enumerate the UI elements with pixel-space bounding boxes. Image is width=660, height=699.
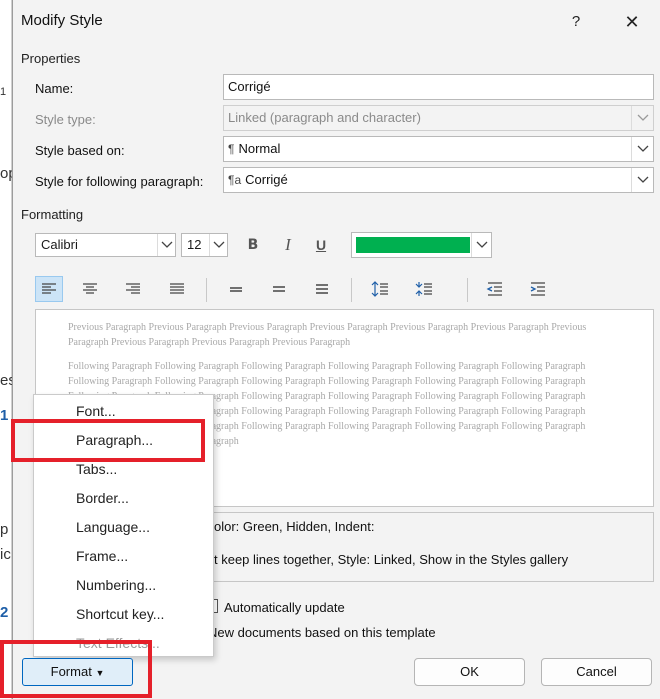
- menu-item-frame[interactable]: Frame...: [76, 548, 128, 564]
- underline-button[interactable]: U: [308, 233, 334, 257]
- ok-button[interactable]: OK: [414, 658, 525, 686]
- chevron-down-icon: [209, 234, 227, 256]
- increase-spacing-button[interactable]: [366, 276, 394, 302]
- italic-button[interactable]: I: [275, 233, 301, 257]
- title-bar: Modify Style ? ✕: [13, 0, 660, 44]
- font-size-value: 12: [187, 237, 202, 252]
- modify-style-dialog: Modify Style ? ✕ Properties Name: Corrig…: [12, 0, 660, 699]
- style-type-value: Linked (paragraph and character): [228, 110, 421, 125]
- description-line-2: t keep lines together, Style: Linked, Sh…: [214, 552, 569, 567]
- preview-previous-paragraph: Previous Paragraph Previous Paragraph Pr…: [68, 322, 587, 348]
- font-size-select[interactable]: 12: [181, 233, 228, 257]
- style-type-select[interactable]: Linked (paragraph and character): [223, 105, 654, 131]
- chevron-down-icon: [471, 233, 491, 257]
- paragraph-highlight-box: [11, 419, 205, 462]
- background-text: ic: [0, 546, 11, 563]
- based-on-select[interactable]: ¶ Normal: [223, 136, 654, 162]
- double-spacing-button[interactable]: [308, 276, 336, 302]
- toolbar-divider: [351, 278, 352, 302]
- background-document: [0, 0, 12, 699]
- increase-paragraph-spacing-icon: [371, 281, 388, 297]
- properties-section-label: Properties: [21, 51, 81, 66]
- menu-item-font[interactable]: Font...: [76, 403, 116, 419]
- toolbar-divider: [206, 278, 207, 302]
- based-on-label: Style based on:: [35, 143, 125, 158]
- menu-item-shortcut-key[interactable]: Shortcut key...: [76, 606, 164, 622]
- name-value: Corrigé: [228, 79, 271, 94]
- name-label: Name:: [35, 81, 74, 96]
- font-name-value: Calibri: [41, 237, 78, 252]
- formatting-section-label: Formatting: [21, 207, 84, 222]
- help-button[interactable]: ?: [561, 9, 591, 35]
- toolbar-divider: [467, 278, 468, 302]
- automatically-update-label: Automatically update: [224, 600, 345, 615]
- font-color-swatch: [356, 237, 470, 253]
- justify-button[interactable]: [163, 276, 191, 302]
- decrease-spacing-button[interactable]: [410, 276, 438, 302]
- align-right-icon: [126, 283, 140, 294]
- align-right-button[interactable]: [119, 276, 147, 302]
- new-documents-label: New documents based on this template: [208, 625, 436, 640]
- linked-style-icon: ¶a: [228, 173, 242, 187]
- decrease-indent-icon: [486, 282, 502, 296]
- format-button-highlight-box: [0, 640, 152, 698]
- following-paragraph-select[interactable]: ¶a Corrigé: [223, 167, 654, 193]
- background-text: 1: [0, 86, 7, 98]
- font-name-select[interactable]: Calibri: [35, 233, 176, 257]
- menu-item-tabs[interactable]: Tabs...: [76, 461, 117, 477]
- one-half-spacing-button[interactable]: [265, 276, 293, 302]
- justify-icon: [170, 283, 184, 294]
- one-half-spacing-icon: [273, 286, 285, 292]
- description-line-1: olor: Green, Hidden, Indent:: [214, 519, 375, 534]
- font-color-select[interactable]: [351, 232, 492, 258]
- close-button[interactable]: ✕: [617, 9, 647, 35]
- cancel-button[interactable]: Cancel: [541, 658, 652, 686]
- name-input[interactable]: Corrigé: [223, 74, 654, 100]
- bold-button[interactable]: B: [240, 233, 266, 257]
- dialog-title: Modify Style: [21, 12, 103, 29]
- chevron-down-icon: [631, 106, 653, 130]
- menu-item-numbering[interactable]: Numbering...: [76, 577, 156, 593]
- increase-indent-button[interactable]: [524, 276, 552, 302]
- align-left-icon: [42, 283, 56, 294]
- align-center-button[interactable]: [76, 276, 104, 302]
- background-heading: 1: [0, 407, 9, 424]
- decrease-indent-button[interactable]: [481, 276, 509, 302]
- single-spacing-icon: [230, 287, 242, 292]
- chevron-down-icon: [631, 137, 653, 161]
- menu-item-language[interactable]: Language...: [76, 519, 150, 535]
- based-on-value: Normal: [238, 141, 281, 156]
- paragraph-mark-icon: ¶: [228, 142, 235, 156]
- background-heading: 2: [0, 604, 9, 621]
- following-paragraph-label: Style for following paragraph:: [35, 174, 204, 189]
- align-left-button[interactable]: [35, 276, 63, 302]
- menu-item-border[interactable]: Border...: [76, 490, 129, 506]
- chevron-down-icon: [157, 234, 175, 256]
- following-paragraph-value: Corrigé: [245, 172, 288, 187]
- double-spacing-icon: [316, 284, 328, 294]
- align-center-icon: [83, 283, 97, 294]
- increase-indent-icon: [530, 282, 545, 296]
- style-type-label: Style type:: [35, 112, 96, 127]
- decrease-paragraph-spacing-icon: [415, 282, 432, 296]
- chevron-down-icon: [631, 168, 653, 192]
- background-text: p: [0, 521, 9, 538]
- single-spacing-button[interactable]: [222, 276, 250, 302]
